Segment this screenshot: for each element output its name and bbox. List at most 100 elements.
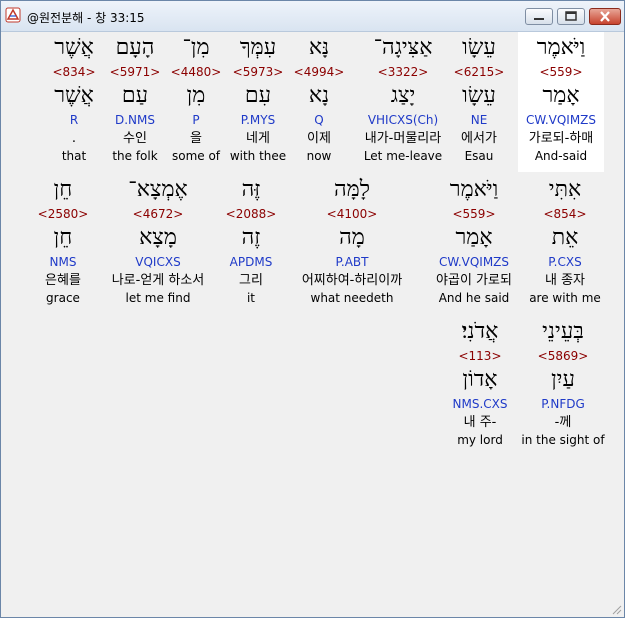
korean-gloss: 내가-머물리라 <box>364 131 442 146</box>
morphology-code: CW.VQIMZS <box>525 113 597 127</box>
korean-gloss: 야곱이 가로되 <box>436 273 512 288</box>
korean-gloss: 내 주- <box>463 415 497 430</box>
morphology-code: Q <box>314 113 324 127</box>
morphology-code: P.MYS <box>240 113 276 127</box>
strong-number: <2088> <box>225 207 277 221</box>
strong-number: <4672> <box>132 207 184 221</box>
morphology-code: R <box>69 113 79 127</box>
hebrew-lemma: אָמַר <box>455 225 493 250</box>
english-gloss: some of <box>171 149 221 163</box>
minimize-button[interactable] <box>525 8 553 25</box>
english-gloss: with thee <box>229 149 287 163</box>
hebrew-word: מִן־ <box>182 35 210 60</box>
english-gloss: And he said <box>438 291 510 305</box>
hebrew-lemma: מִן <box>186 83 206 108</box>
strong-number: <4480> <box>170 65 222 79</box>
hebrew-word: הָעָם <box>115 35 155 60</box>
morphology-code: NMS.CXS <box>452 397 508 411</box>
english-gloss: that <box>61 149 87 163</box>
word-cell[interactable]: מִן־ <4480> מִן P 을 some of <box>166 32 226 172</box>
hebrew-lemma: עַם <box>121 83 149 108</box>
word-cell[interactable]: הָעָם <5971> עַם D.NMS 수인 the folk <box>103 32 167 172</box>
korean-gloss: 가로되-하매 <box>528 131 594 146</box>
hebrew-lemma: אָמַר <box>542 83 580 108</box>
app-icon <box>5 7 21 23</box>
word-cell[interactable]: אִתִּי <854> אֵת P.CXS 내 종자 are with me <box>529 174 601 314</box>
minimize-icon <box>534 18 544 20</box>
morphology-code: P.NFDG <box>541 397 585 411</box>
close-icon <box>600 11 610 22</box>
morphology-code: CW.VQIMZS <box>438 255 510 269</box>
strong-number: <4100> <box>326 207 378 221</box>
english-gloss: the folk <box>112 149 158 163</box>
word-cell[interactable]: אֲשֶׁר <834> אֲשֶׁר R . that <box>45 32 103 172</box>
english-gloss: now <box>306 149 332 163</box>
hebrew-lemma: נָא <box>308 83 330 108</box>
morphology-code: VQICXS <box>135 255 181 269</box>
strong-number: <854> <box>543 207 587 221</box>
korean-gloss: 어찌하여-하리이까 <box>301 273 403 288</box>
hebrew-word: עִמְּךָ <box>239 35 277 60</box>
korean-gloss: 그리 <box>239 273 263 288</box>
strong-number: <5973> <box>232 65 284 79</box>
korean-gloss: 이제 <box>307 131 331 146</box>
hebrew-word: אִתִּי <box>548 177 582 202</box>
hebrew-word: נָּא <box>308 35 330 60</box>
strong-number: <3322> <box>377 65 429 79</box>
english-gloss: grace <box>46 291 80 305</box>
hebrew-lemma: עִם <box>244 83 272 108</box>
resize-grip-icon[interactable] <box>610 603 622 615</box>
english-gloss: are with me <box>529 291 601 305</box>
word-cell[interactable]: נָּא <4994> נָא Q 이제 now <box>288 32 350 172</box>
morphology-code: D.NMS <box>114 113 155 127</box>
word-cell[interactable]: חֵן <2580> חֵן NMS 은혜를 grace <box>31 174 95 314</box>
maximize-icon <box>565 11 577 21</box>
english-gloss: And-said <box>534 149 588 163</box>
hebrew-lemma: אָדוֹן <box>462 367 498 392</box>
hebrew-lemma: עַיִן <box>551 367 575 392</box>
app-window: @원전분해 - 창 33:15 וַיֹּאמֶר <559> אָמַר CW… <box>0 0 625 618</box>
word-cell[interactable]: אַצִּיגָה־ <3322> יָצַג VHICXS(Ch) 내가-머물… <box>349 32 457 172</box>
morphology-code: APDMS <box>229 255 273 269</box>
english-gloss: in the sight of <box>521 433 605 447</box>
window-title: @원전분해 - 창 33:15 <box>27 11 145 25</box>
korean-gloss: 은혜를 <box>45 273 81 288</box>
word-cell[interactable]: עִמְּךָ <5973> עִם P.MYS 네게 with thee <box>225 32 291 172</box>
word-cell[interactable]: אֶמְצָא־ <4672> מָצָא VQICXS 나로-얻게 하소서 l… <box>97 174 219 314</box>
hebrew-lemma: אֲשֶׁר <box>54 83 94 108</box>
hebrew-word: אֶמְצָא־ <box>128 177 188 202</box>
hebrew-lemma: מָה <box>339 225 365 250</box>
strong-number: <5971> <box>109 65 161 79</box>
hebrew-word: חֵן <box>53 177 73 202</box>
english-gloss: my lord <box>457 433 503 447</box>
strong-number: <834> <box>52 65 96 79</box>
word-cell[interactable]: בְּעֵינֵי <5869> עַיִן P.NFDG -께 in the … <box>517 316 609 456</box>
morphology-code: P.CXS <box>548 255 582 269</box>
morphology-code: P <box>192 113 200 127</box>
hebrew-lemma: יָצַג <box>390 83 416 108</box>
hebrew-lemma: חֵן <box>53 225 73 250</box>
hebrew-word: זֶּה <box>241 177 261 202</box>
korean-gloss: -께 <box>554 415 572 430</box>
word-cell[interactable]: וַיֹּאמֶר <559> אָמַר CW.VQIMZS 가로되-하매 A… <box>518 32 604 172</box>
word-cell[interactable]: אֲדֹנִי׃ <113> אָדוֹן NMS.CXS 내 주- my lo… <box>445 316 515 456</box>
korean-gloss: 내 종자 <box>544 273 585 288</box>
english-gloss: what needeth <box>310 291 394 305</box>
word-grid: וַיֹּאמֶר <559> אָמַר CW.VQIMZS 가로되-하매 A… <box>9 32 616 609</box>
strong-number: <113> <box>458 349 502 363</box>
korean-gloss: . <box>71 131 77 146</box>
strong-number: <559> <box>452 207 496 221</box>
hebrew-lemma: אֵת <box>551 225 579 250</box>
word-cell[interactable]: לָמָּה <4100> מָה P.ABT 어찌하여-하리이까 what n… <box>282 174 422 314</box>
hebrew-word: וַיֹּאמֶר <box>449 177 499 202</box>
hebrew-lemma: מָצָא <box>139 225 177 250</box>
strong-number: <2580> <box>37 207 89 221</box>
word-cell[interactable]: וַיֹּאמֶר <559> אָמַר CW.VQIMZS 야곱이 가로되 … <box>423 174 525 314</box>
maximize-button[interactable] <box>557 8 585 25</box>
hebrew-word: וַיֹּאמֶר <box>536 35 586 60</box>
korean-gloss: 네게 <box>246 131 270 146</box>
close-button[interactable] <box>589 8 621 25</box>
english-gloss: let me find <box>125 291 191 305</box>
title-bar[interactable]: @원전분해 - 창 33:15 <box>1 1 624 32</box>
word-cell[interactable]: זֶּה <2088> זֶה APDMS 그리 it <box>221 174 281 314</box>
